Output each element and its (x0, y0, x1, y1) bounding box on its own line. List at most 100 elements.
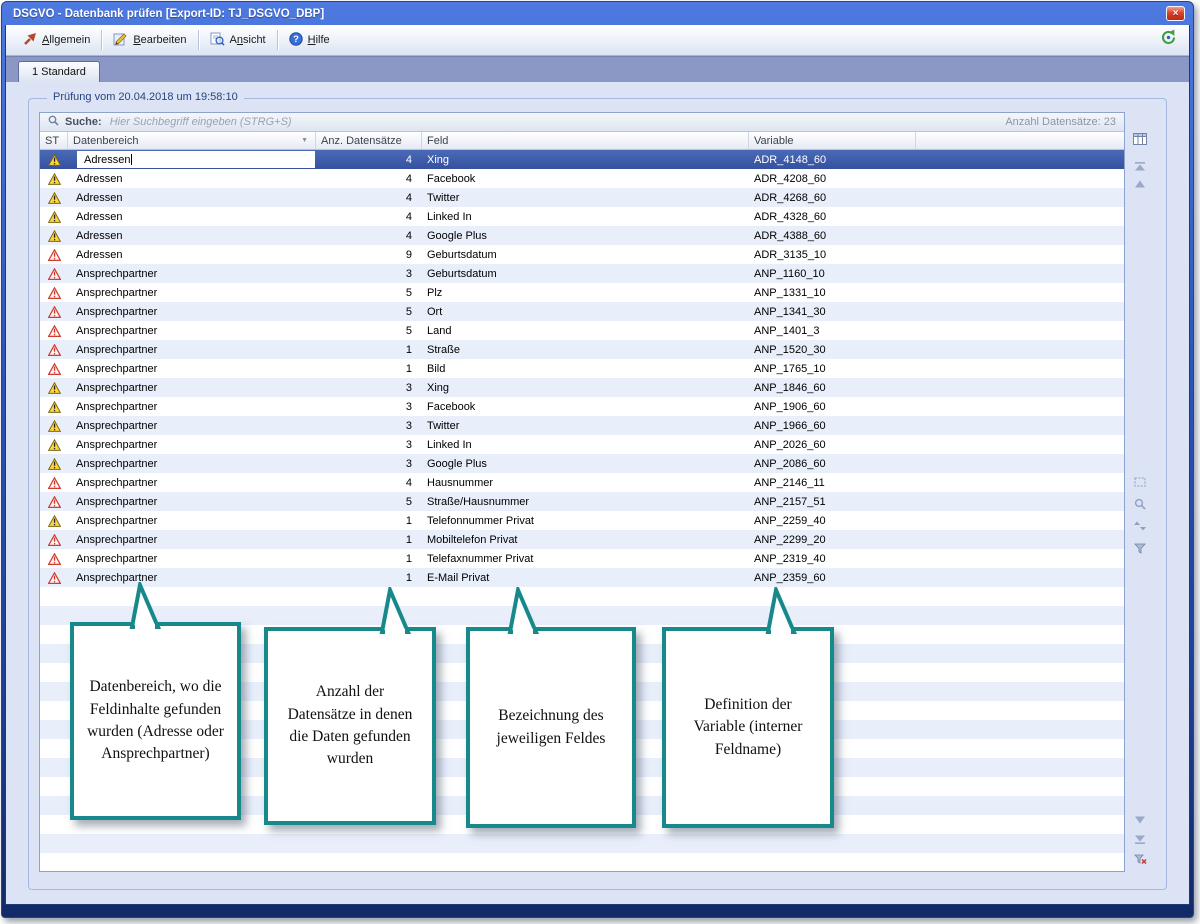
svg-text:?: ? (293, 34, 299, 45)
status-warning-icon (40, 226, 68, 245)
scroll-top-icon[interactable] (1130, 158, 1150, 174)
table-row[interactable]: Ansprechpartner1Telefonnummer PrivatANP_… (40, 511, 1124, 530)
cell-feld: Straße (422, 340, 749, 359)
table-row[interactable]: Ansprechpartner1StraßeANP_1520_30 (40, 340, 1124, 359)
column-header-feld[interactable]: Feld (422, 132, 749, 149)
table-row[interactable]: Adressen4FacebookADR_4208_60 (40, 169, 1124, 188)
search-input[interactable] (108, 115, 1000, 129)
table-row-empty[interactable] (40, 587, 1124, 606)
table-row[interactable]: Ansprechpartner5Straße/HausnummerANP_215… (40, 492, 1124, 511)
groupbox-label: Prüfung vom 20.04.2018 um 19:58:10 (47, 91, 244, 103)
cell-feld: Google Plus (422, 454, 749, 473)
cell-empty (916, 378, 1124, 397)
cell-datenbereich: Ansprechpartner (68, 359, 316, 378)
cell-empty (916, 435, 1124, 454)
cell-datenbereich: Ansprechpartner (68, 473, 316, 492)
refresh-button[interactable] (1160, 29, 1181, 51)
cell-anzahl: 1 (316, 530, 422, 549)
table-row[interactable]: Ansprechpartner4HausnummerANP_2146_11 (40, 473, 1124, 492)
table-row[interactable]: Adressen9GeburtsdatumADR_3135_10 (40, 245, 1124, 264)
sort-icon[interactable] (1130, 518, 1150, 534)
table-row[interactable]: Adressen4TwitterADR_4268_60 (40, 188, 1124, 207)
table-row[interactable]: Ansprechpartner1Mobiltelefon PrivatANP_2… (40, 530, 1124, 549)
column-header-variable[interactable]: Variable (749, 132, 916, 149)
cell-anzahl: 1 (316, 340, 422, 359)
cell-anzahl: 3 (316, 264, 422, 283)
table-row[interactable]: Ansprechpartner1Telefaxnummer PrivatANP_… (40, 549, 1124, 568)
column-header-st[interactable]: ST (40, 132, 68, 149)
cell-variable: ADR_3135_10 (749, 245, 916, 264)
column-header-empty[interactable] (916, 132, 1124, 149)
cell-variable: ADR_4268_60 (749, 188, 916, 207)
inline-cell-editor[interactable]: Adressen (77, 151, 315, 168)
title-bar[interactable]: DSGVO - Datenbank prüfen [Export-ID: TJ_… (5, 2, 1190, 25)
status-warning-icon (40, 397, 68, 416)
cell-feld: Mobiltelefon Privat (422, 530, 749, 549)
scroll-up-icon[interactable] (1130, 176, 1150, 192)
table-row[interactable]: Ansprechpartner3TwitterANP_1966_60 (40, 416, 1124, 435)
cell-variable: ADR_4328_60 (749, 207, 916, 226)
scroll-down-icon[interactable] (1130, 812, 1150, 828)
search-label: Suche: (65, 116, 102, 128)
menu-ansicht[interactable]: Ansicht (202, 28, 274, 53)
table-header: ST Datenbereich ▼ Anz. Datensätze Feld V… (40, 132, 1124, 150)
column-header-datenbereich[interactable]: Datenbereich ▼ (68, 132, 316, 149)
table-row[interactable]: Ansprechpartner5LandANP_1401_3 (40, 321, 1124, 340)
table-row[interactable]: Ansprechpartner3XingANP_1846_60 (40, 378, 1124, 397)
cell-datenbereich: Ansprechpartner (68, 321, 316, 340)
status-alert-icon (40, 359, 68, 378)
cell-feld: Telefonnummer Privat (422, 511, 749, 530)
tab-standard[interactable]: 1 Standard (18, 61, 100, 82)
table-row[interactable]: Ansprechpartner3FacebookANP_1906_60 (40, 397, 1124, 416)
menu-bearbeiten[interactable]: Bearbeiten (105, 28, 194, 53)
callout-tail (376, 587, 412, 636)
column-header-anzahl[interactable]: Anz. Datensätze (316, 132, 422, 149)
callout-text: Anzahl der Datensätze in denen die Daten… (280, 681, 420, 771)
table-row[interactable]: Ansprechpartner1E-Mail PrivatANP_2359_60 (40, 568, 1124, 587)
table-row-empty[interactable] (40, 853, 1124, 872)
table-row[interactable]: Adressen4XingADR_4148_60 (40, 150, 1124, 169)
cell-empty (916, 492, 1124, 511)
scroll-bottom-icon[interactable] (1130, 831, 1150, 847)
column-chooser-icon[interactable] (1130, 131, 1150, 147)
table-row-empty[interactable] (40, 834, 1124, 853)
filter-icon[interactable] (1130, 540, 1150, 556)
menu-allgemein[interactable]: Allgemein (14, 28, 98, 53)
table-row[interactable]: Adressen4Google PlusADR_4388_60 (40, 226, 1124, 245)
status-alert-icon (40, 492, 68, 511)
cell-anzahl: 5 (316, 302, 422, 321)
cell-anzahl: 5 (316, 492, 422, 511)
table-row[interactable]: Adressen4Linked InADR_4328_60 (40, 207, 1124, 226)
filter-clear-icon[interactable] (1130, 851, 1150, 867)
cell-datenbereich: Ansprechpartner (68, 492, 316, 511)
cell-variable: ANP_2359_60 (749, 568, 916, 587)
help-icon: ? (289, 32, 303, 49)
table-row[interactable]: Ansprechpartner3Google PlusANP_2086_60 (40, 454, 1124, 473)
text-caret (131, 154, 132, 165)
cell-variable: ANP_1520_30 (749, 340, 916, 359)
cell-variable: ANP_1401_3 (749, 321, 916, 340)
menu-hilfe[interactable]: ? Hilfe (281, 28, 338, 53)
table-row[interactable]: Ansprechpartner1BildANP_1765_10 (40, 359, 1124, 378)
status-alert-icon (40, 340, 68, 359)
cell-variable: ADR_4148_60 (749, 150, 916, 169)
cell-datenbereich: Ansprechpartner (68, 549, 316, 568)
sort-descending-icon: ▼ (301, 137, 310, 144)
table-row[interactable]: Ansprechpartner3Linked InANP_2026_60 (40, 435, 1124, 454)
table-row[interactable]: Ansprechpartner3GeburtsdatumANP_1160_10 (40, 264, 1124, 283)
goto-record-icon[interactable] (1130, 474, 1150, 490)
status-warning-icon (40, 150, 68, 169)
find-record-icon[interactable] (1130, 496, 1150, 512)
callout-tail (126, 582, 162, 631)
table-row[interactable]: Ansprechpartner5OrtANP_1341_30 (40, 302, 1124, 321)
cell-feld: Geburtsdatum (422, 264, 749, 283)
table-row[interactable]: Ansprechpartner5PlzANP_1331_10 (40, 283, 1124, 302)
cell-feld: Xing (422, 150, 749, 169)
status-warning-icon (40, 511, 68, 530)
cell-datenbereich: Ansprechpartner (68, 302, 316, 321)
cell-feld: Google Plus (422, 226, 749, 245)
cell-datenbereich: Ansprechpartner (68, 378, 316, 397)
close-button[interactable]: × (1166, 6, 1185, 21)
cell-anzahl: 3 (316, 416, 422, 435)
cell-variable: ANP_1160_10 (749, 264, 916, 283)
